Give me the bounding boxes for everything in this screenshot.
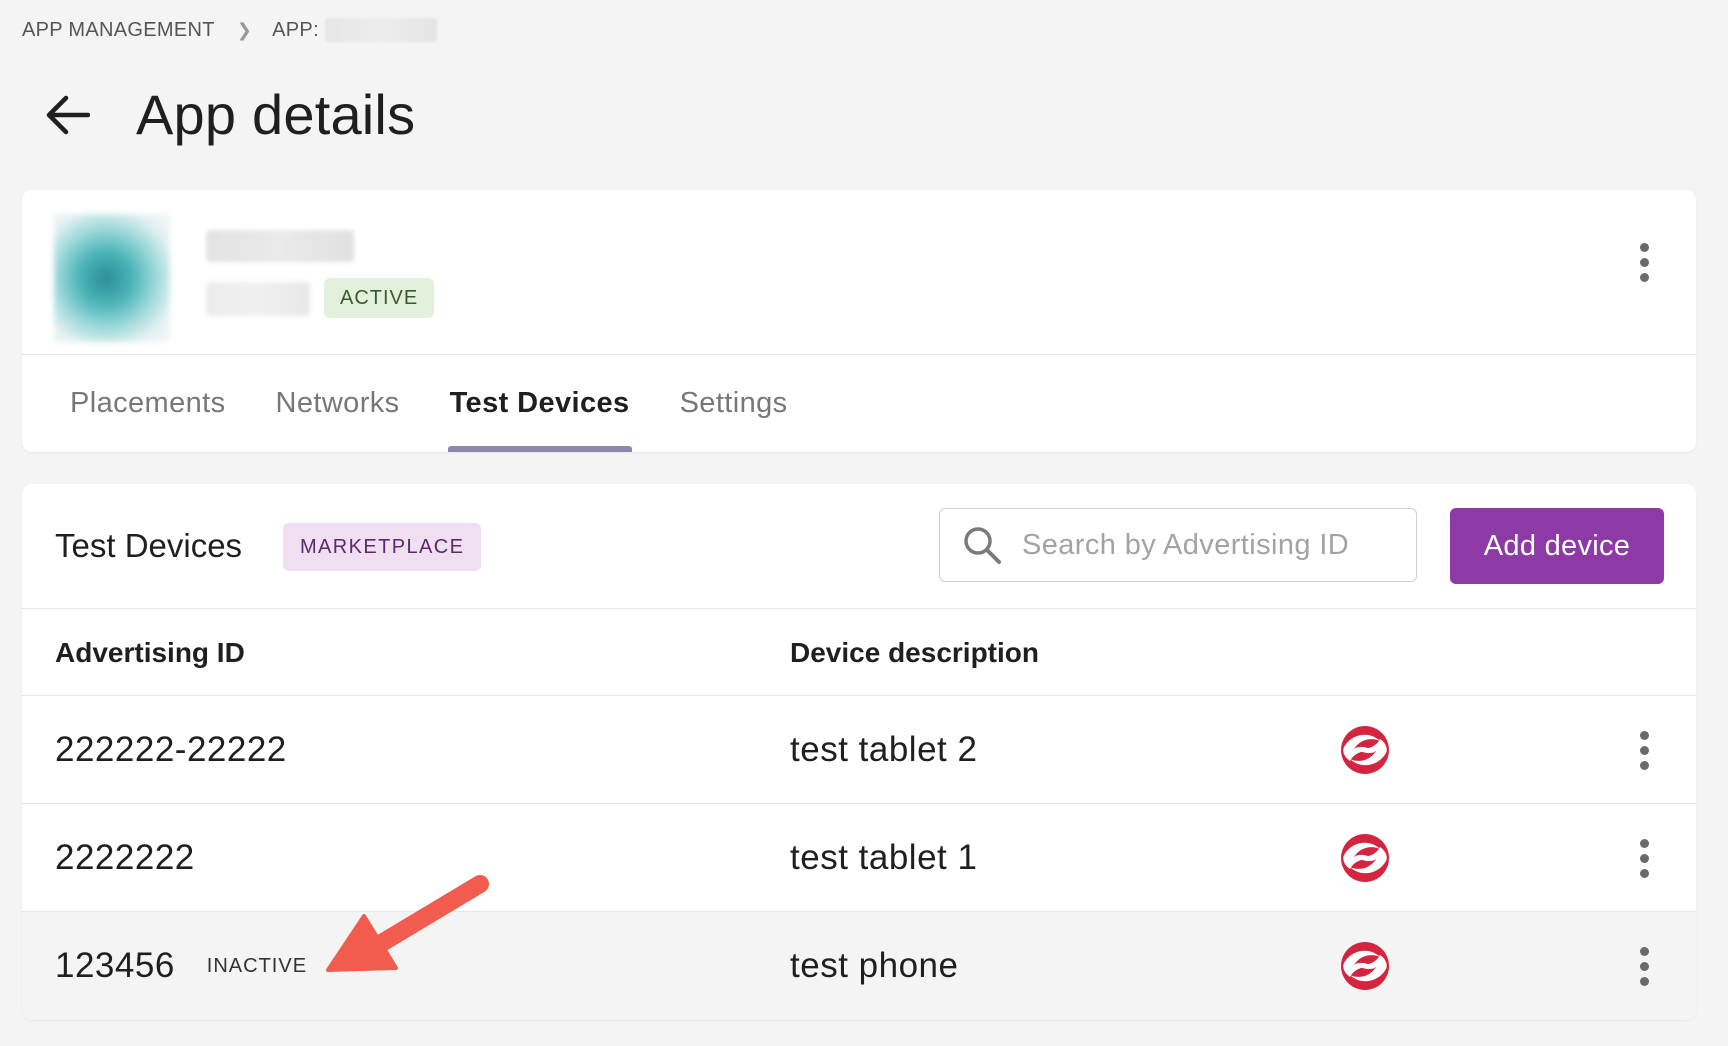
redacted-app-title [206,230,354,262]
table-row[interactable]: 123456 INACTIVE test phone [22,912,1696,1020]
search-icon [962,525,1002,565]
redacted-app-platform [206,282,310,316]
add-device-button[interactable]: Add device [1450,508,1664,584]
app-more-options-icon[interactable] [1624,232,1664,292]
advertising-id: 222222-22222 [55,730,287,769]
table-header: Advertising ID Device description [22,608,1696,696]
tab-networks[interactable]: Networks [276,354,400,452]
tab-bar: Placements Networks Test Devices Setting… [70,354,838,452]
search-input[interactable] [1020,527,1384,563]
tab-test-devices[interactable]: Test Devices [447,354,632,452]
page: APP MANAGEMENT ❯ APP: App details ACTIVE… [0,0,1728,1046]
chevron-right-icon: ❯ [236,19,253,40]
test-devices-header: Test Devices MARKETPLACE Add device [22,484,1696,608]
row-more-options-icon[interactable] [1624,828,1664,888]
network-logo-icon [1340,804,1390,912]
table-row[interactable]: 2222222 test tablet 1 [22,804,1696,912]
page-header: App details [40,82,415,147]
device-description: test phone [790,946,959,985]
column-header-advertising-id[interactable]: Advertising ID [55,609,245,697]
advertising-id: 2222222 [55,838,195,877]
network-logo-icon [1340,912,1390,1020]
advertising-id-value: 123456 [55,946,175,985]
test-devices-card: Test Devices MARKETPLACE Add device Adve… [22,484,1696,1020]
app-summary-card: ACTIVE Placements Networks Test Devices … [22,190,1696,452]
breadcrumb-app-management[interactable]: APP MANAGEMENT [22,19,215,42]
status-badge: ACTIVE [324,278,435,318]
back-button[interactable] [40,87,96,143]
app-icon [54,214,170,342]
network-logo-icon [1340,696,1390,804]
arrow-left-icon [46,95,90,134]
inactive-status-label: INACTIVE [206,954,308,977]
tab-placements[interactable]: Placements [70,354,226,452]
breadcrumb-current-app: APP: [272,18,319,41]
search-field[interactable] [939,508,1417,582]
redacted-app-name [324,18,437,42]
row-more-options-icon[interactable] [1624,720,1664,780]
tab-settings[interactable]: Settings [680,354,788,452]
column-header-device-description[interactable]: Device description [790,609,1039,697]
page-title: App details [136,83,416,146]
table-row[interactable]: 222222-22222 test tablet 2 [22,696,1696,804]
device-description: test tablet 1 [790,838,978,877]
devices-table: Advertising ID Device description 222222… [22,608,1696,1020]
advertising-id: 123456 INACTIVE [55,912,307,1020]
section-title: Test Devices [55,527,243,564]
device-description: test tablet 2 [790,730,978,769]
row-more-options-icon[interactable] [1624,936,1664,996]
breadcrumb: APP MANAGEMENT ❯ APP: [22,18,437,42]
marketplace-badge: MARKETPLACE [283,523,482,571]
